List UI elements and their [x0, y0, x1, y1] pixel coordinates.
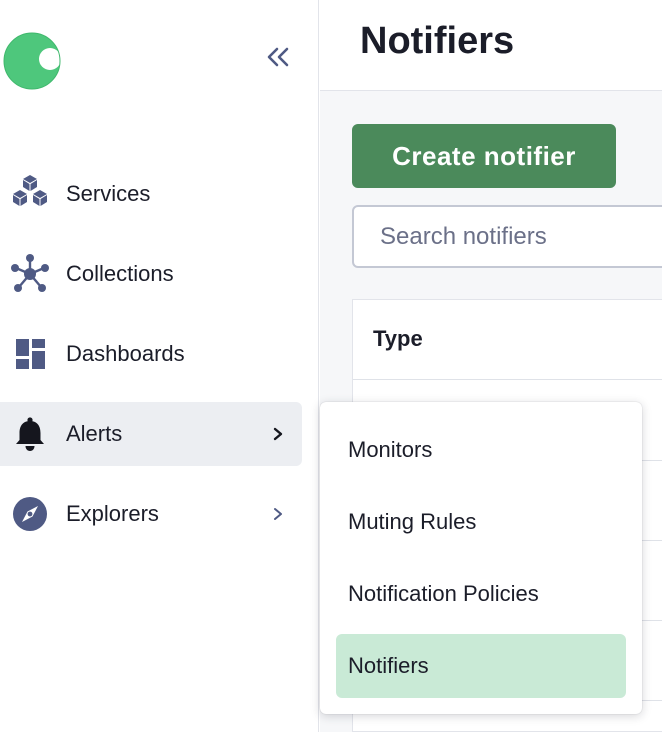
- submenu-item-notifiers[interactable]: Notifiers: [336, 634, 626, 698]
- sidebar-item-explorers[interactable]: Explorers: [0, 482, 302, 546]
- submenu-item-notification-policies[interactable]: Notification Policies: [336, 562, 626, 626]
- sidebar-item-label: Collections: [66, 261, 174, 286]
- search-input[interactable]: Search notifiers: [352, 205, 662, 268]
- bell-icon: [8, 412, 52, 456]
- table-header: Type: [353, 300, 662, 380]
- chevron-right-icon: [270, 506, 286, 522]
- cubes-icon: [8, 172, 52, 216]
- collapse-sidebar-button[interactable]: [262, 44, 294, 74]
- page-header: Notifiers: [320, 0, 662, 91]
- submenu-item-muting-rules[interactable]: Muting Rules: [336, 490, 626, 554]
- create-notifier-button[interactable]: Create notifier: [352, 124, 616, 188]
- dashboard-icon: [8, 332, 52, 376]
- logo-icon[interactable]: [3, 32, 61, 90]
- compass-icon: [8, 492, 52, 536]
- page-title: Notifiers: [360, 20, 515, 62]
- sidebar-item-dashboards[interactable]: Dashboards: [0, 322, 302, 386]
- submenu-item-monitors[interactable]: Monitors: [336, 418, 626, 482]
- double-chevron-left-icon: [265, 46, 291, 73]
- sidebar-item-alerts[interactable]: Alerts: [0, 402, 302, 466]
- sidebar-item-collections[interactable]: Collections: [0, 242, 302, 306]
- chevron-right-icon: [270, 426, 286, 442]
- network-icon: [8, 252, 52, 296]
- app-window: Services Collections Dashboards Alerts E…: [0, 0, 662, 732]
- search-placeholder: Search notifiers: [380, 222, 547, 250]
- sidebar-item-label: Explorers: [66, 501, 159, 526]
- sidebar-item-label: Services: [66, 181, 151, 206]
- sidebar: Services Collections Dashboards Alerts E…: [0, 0, 319, 732]
- alerts-submenu: Monitors Muting Rules Notification Polic…: [320, 402, 642, 714]
- sidebar-item-services[interactable]: Services: [0, 162, 302, 226]
- column-header-type[interactable]: Type: [373, 326, 423, 352]
- sidebar-item-label: Alerts: [66, 421, 123, 446]
- sidebar-item-label: Dashboards: [66, 341, 185, 366]
